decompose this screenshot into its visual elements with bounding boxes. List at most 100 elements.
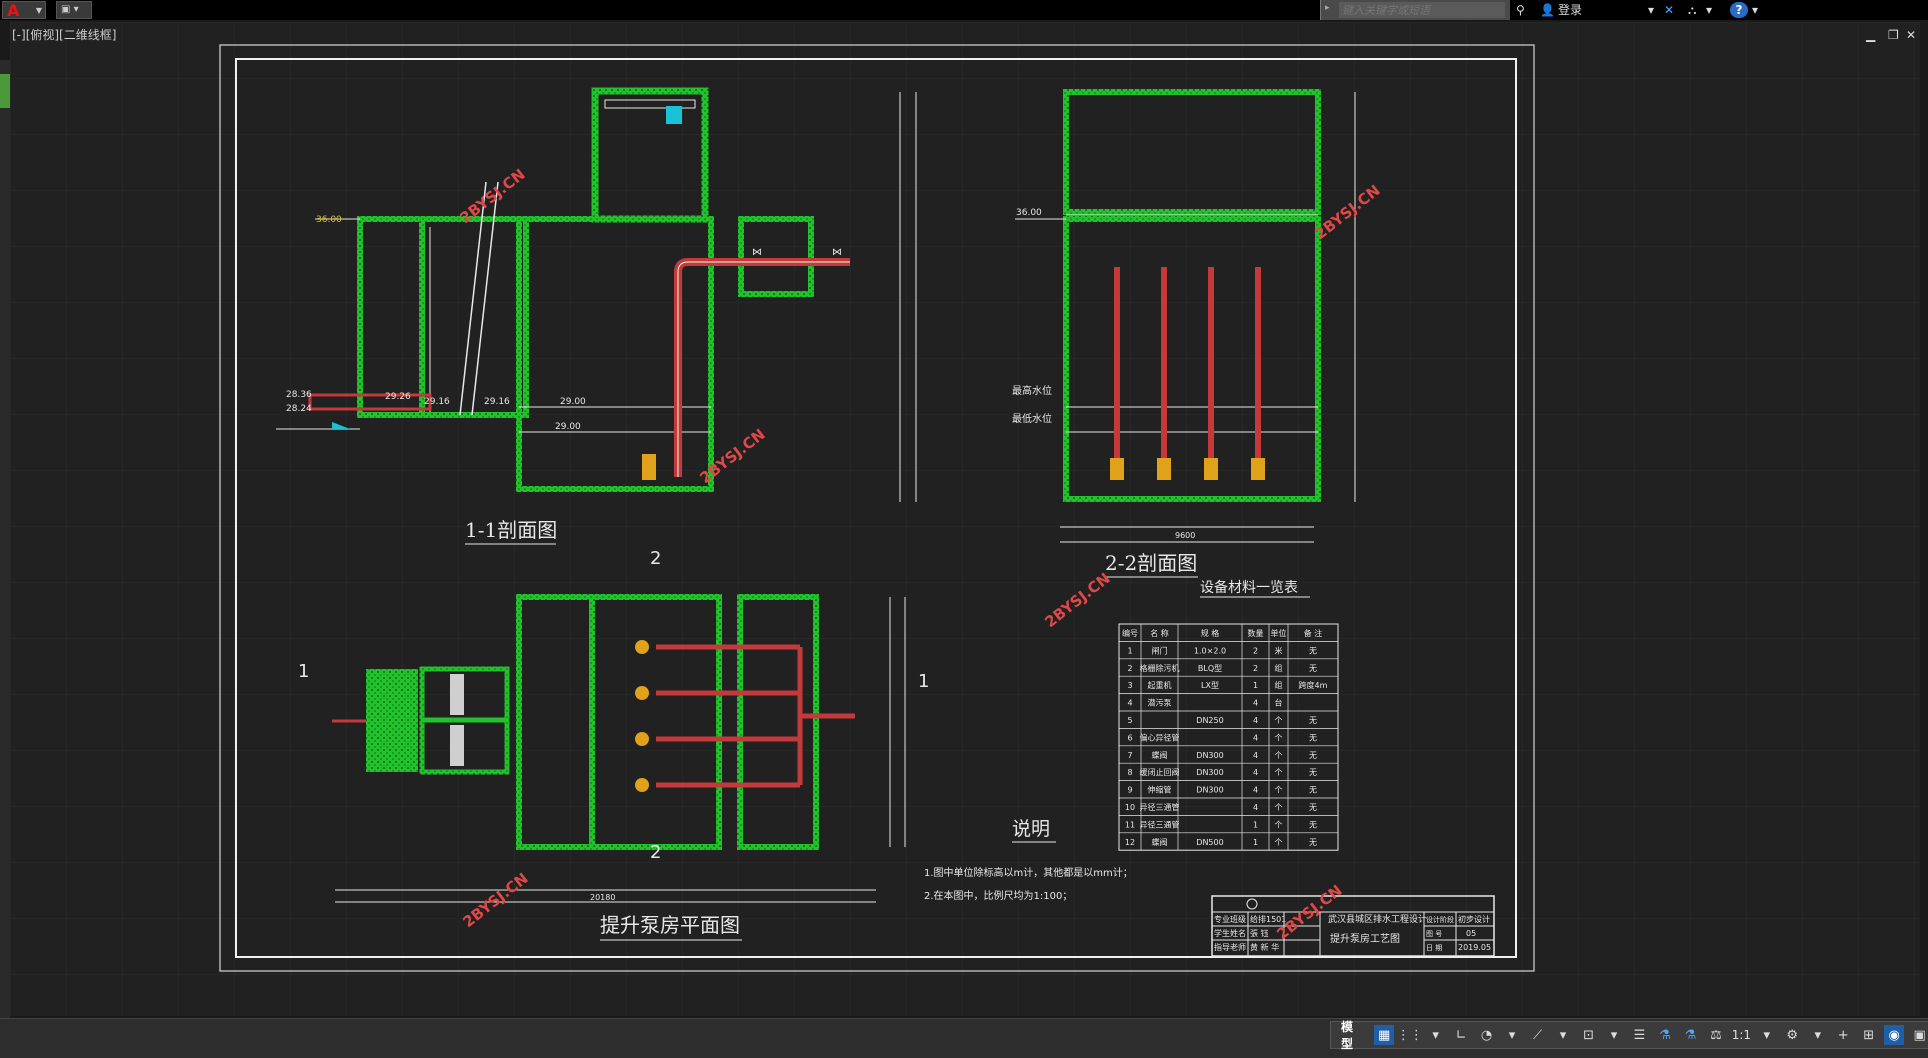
table-cell: 组: [1275, 680, 1283, 690]
gear-icon[interactable]: ⚙: [1782, 1025, 1801, 1045]
title-block-cell: 日 期: [1426, 944, 1442, 952]
section-2-2-title: 2-2剖面图: [1105, 551, 1197, 575]
polar-icon[interactable]: ◔: [1477, 1025, 1496, 1045]
water-level-low-label: 最低水位: [1012, 412, 1052, 425]
chevron-down-icon[interactable]: ▾: [1502, 1025, 1521, 1045]
table-cell: 3: [1127, 681, 1132, 690]
grid-toggle-icon[interactable]: ▦: [1374, 1025, 1394, 1045]
table-cell: 伸缩管: [1148, 785, 1172, 795]
pump-icon: [1110, 458, 1124, 480]
table-cell: 4: [1253, 716, 1258, 725]
table-cell: 无: [1309, 820, 1317, 829]
search-box: ▸: [1320, 0, 1510, 20]
table-cell: 无: [1309, 733, 1317, 742]
chevron-down-icon[interactable]: ▾: [1808, 1025, 1827, 1045]
table-cell: 1: [1253, 681, 1258, 690]
chevron-down-icon[interactable]: ▾: [1706, 0, 1712, 20]
table-cell: 偏心异径管: [1140, 732, 1180, 742]
chevron-right-icon: ▸: [1325, 3, 1330, 13]
lineweight-icon[interactable]: ☰: [1630, 1025, 1649, 1045]
table-cell: 11: [1125, 820, 1135, 829]
help-icon[interactable]: ?: [1730, 2, 1748, 18]
restore-icon[interactable]: ❐: [1888, 28, 1899, 42]
chevron-down-icon[interactable]: ▾: [1553, 1025, 1572, 1045]
table-cell: 跨度4m: [1299, 680, 1328, 690]
chevron-down-icon[interactable]: ▾: [1757, 1025, 1776, 1045]
autocad-logo-icon: A: [7, 1, 20, 20]
chevron-down-icon[interactable]: ▾: [1752, 0, 1758, 20]
note-line: 2.在本图中，比例尺均为1:100；: [924, 889, 1072, 902]
a360-icon[interactable]: ⛬: [1688, 0, 1696, 20]
viewport-controls[interactable]: [-][俯视][二维线框]: [12, 26, 116, 43]
hardware-acceleration-icon[interactable]: ▣: [1910, 1025, 1928, 1045]
table-cell: 1: [1253, 820, 1258, 829]
chevron-down-icon: ▼: [35, 6, 42, 15]
level-label: 28.24: [286, 404, 312, 414]
plus-icon[interactable]: +: [1833, 1025, 1852, 1045]
model-space-canvas[interactable]: 36.00 28.36 28.24 29.26 29.16 29.16 29.0…: [10, 22, 1920, 1016]
annotation-scale-icon[interactable]: ⚖: [1706, 1025, 1725, 1045]
level-label: 29.26: [385, 392, 411, 402]
drawing-name: 提升泵房工艺图: [1330, 932, 1400, 945]
chevron-down-icon[interactable]: ▾: [1426, 1025, 1445, 1045]
exchange-icon[interactable]: ✕: [1664, 0, 1674, 20]
object-snap-icon[interactable]: ⊡: [1579, 1025, 1598, 1045]
chevron-down-icon[interactable]: ▾: [1648, 0, 1654, 20]
table-cell: 9: [1127, 786, 1132, 795]
grid-background: [10, 22, 1920, 1016]
auto-scale-icon[interactable]: ⚗: [1681, 1025, 1700, 1045]
user-icon: 👤: [1540, 3, 1555, 17]
cad-drawing: 36.00 28.36 28.24 29.26 29.16 29.16 29.0…: [10, 22, 1920, 1016]
ortho-icon[interactable]: ∟: [1451, 1025, 1470, 1045]
table-cell: 无: [1309, 716, 1317, 725]
note-line: 1.图中单位除标高以m计，其他都是以mm计；: [924, 866, 1133, 879]
snap-icon[interactable]: ⋮⋮: [1397, 1025, 1423, 1045]
section-marker-1: 1: [298, 661, 309, 682]
table-cell: 1: [1253, 838, 1258, 847]
isodraft-icon[interactable]: ⟋: [1528, 1025, 1547, 1045]
title-block-cell: 图 号: [1426, 930, 1442, 938]
chevron-down-icon[interactable]: ▾: [1604, 1025, 1623, 1045]
table-cell: 8: [1127, 768, 1132, 777]
table-cell: 组: [1275, 663, 1283, 673]
table-cell: 12: [1125, 838, 1135, 847]
quick-access-toolbar[interactable]: ▣ ▾: [56, 1, 92, 19]
palette-tab[interactable]: [0, 74, 10, 108]
table-cell: 缓闭止回阀: [1140, 767, 1180, 777]
pump-icon: [1157, 458, 1171, 480]
table-cell: 4: [1253, 733, 1258, 742]
table-cell: 2: [1127, 664, 1132, 673]
viewport-label[interactable]: [-][俯视][二维线框]: [12, 28, 116, 42]
login-link[interactable]: 登录: [1558, 0, 1582, 20]
water-level-high-label: 最高水位: [1012, 384, 1052, 397]
table-cell: DN300: [1196, 786, 1223, 795]
annotation-scale-value[interactable]: 1:1: [1732, 1028, 1751, 1042]
table-cell: 个: [1275, 803, 1283, 812]
table-cell: 个: [1275, 786, 1283, 795]
quick-properties-icon[interactable]: ⊞: [1859, 1025, 1878, 1045]
table-cell: DN300: [1196, 751, 1223, 760]
level-label: 29.00: [560, 397, 586, 407]
notes-title: 说明: [1012, 818, 1050, 840]
table-cell: 米: [1275, 645, 1283, 655]
pump-icon: [1251, 458, 1265, 480]
table-cell: DN300: [1196, 768, 1223, 777]
crane-hoist-icon: [666, 106, 682, 124]
model-tab[interactable]: 模型: [1337, 1018, 1368, 1052]
binoculars-icon[interactable]: ⚲: [1516, 0, 1525, 20]
table-cell: 个: [1275, 751, 1283, 760]
application-menu-button[interactable]: A ▼: [2, 1, 46, 20]
table-cell: 个: [1275, 838, 1283, 847]
section-marker-2: 2: [650, 842, 661, 863]
title-block-cell: 专业班级: [1214, 914, 1246, 924]
table-cell: 5: [1127, 716, 1132, 725]
close-icon[interactable]: ✕: [1906, 28, 1916, 42]
isolate-objects-icon[interactable]: ◉: [1884, 1025, 1904, 1045]
annotation-visibility-icon[interactable]: ⚗: [1655, 1025, 1674, 1045]
section-marker-2: 2: [650, 548, 661, 569]
minimize-icon[interactable]: ▁: [1866, 28, 1875, 42]
search-input[interactable]: [1339, 2, 1505, 18]
title-block-cell: 指导老师: [1214, 942, 1246, 952]
table-cell: 格栅除污机: [1140, 663, 1180, 673]
table-cell: 无: [1309, 646, 1317, 655]
